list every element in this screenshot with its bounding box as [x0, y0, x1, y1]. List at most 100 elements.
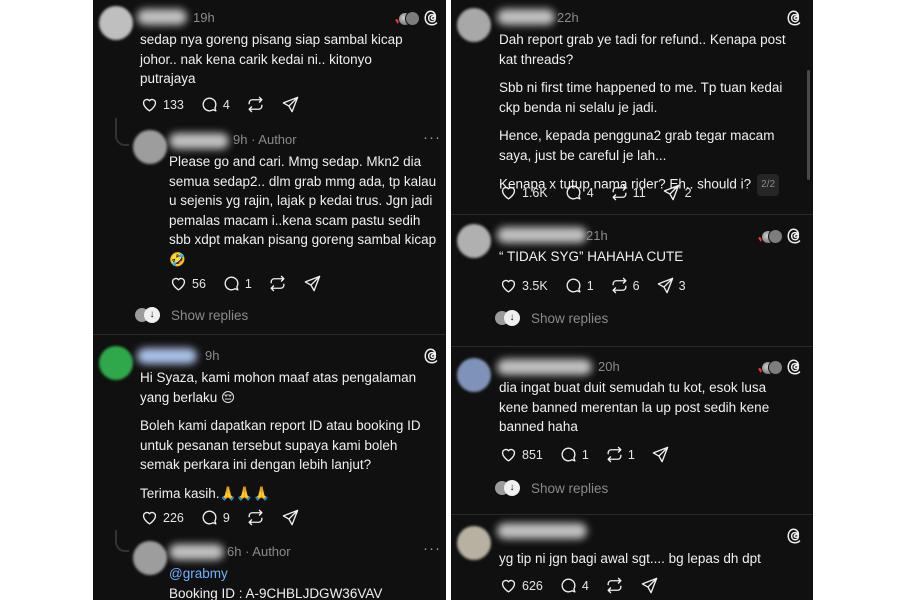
- repost-count: 1: [627, 447, 635, 462]
- threads-logo-icon[interactable]: [786, 9, 804, 27]
- repost-count: 11: [632, 185, 646, 200]
- liked-by-avatars: ♥: [395, 11, 420, 26]
- like-count: 133: [163, 97, 184, 112]
- reply-count: 1: [581, 447, 589, 462]
- threads-logo-icon[interactable]: [423, 9, 441, 27]
- post-text: yg tip ni jgn bagi awal sgt.... bg lepas…: [499, 551, 761, 566]
- reply-button[interactable]: 4: [200, 95, 230, 114]
- share-count: 2: [684, 185, 692, 200]
- reply-button[interactable]: 4: [559, 576, 589, 595]
- left-thread-panel: 19h ♥ sedap nya goreng pisang siap samba…: [93, 0, 446, 600]
- comment-post: 21h ♥ “ TIDAK SYG” HAHAHA CUTE 3.5K 1 6 …: [451, 218, 813, 346]
- mention-link[interactable]: @grabmy: [169, 564, 439, 584]
- share-button[interactable]: [651, 445, 670, 464]
- repost-button[interactable]: [605, 576, 624, 595]
- author-reply-post: 6h · Author ··· @grabmy Booking ID : A-9…: [93, 536, 446, 600]
- username-blurred[interactable]: [497, 359, 592, 375]
- speech-bubble-icon: [566, 185, 581, 200]
- repost-button[interactable]: 6: [610, 276, 640, 295]
- like-count: 1.6K: [522, 185, 548, 200]
- like-button[interactable]: 56: [169, 274, 206, 293]
- share-button[interactable]: [303, 274, 322, 293]
- username-blurred[interactable]: [497, 523, 587, 539]
- username-blurred[interactable]: [497, 9, 555, 25]
- divider: [93, 334, 446, 335]
- post-text: sedap nya goreng pisang siap sambal kica…: [140, 32, 403, 86]
- action-bar: 226 9: [140, 508, 316, 527]
- post-text: Hence, kepada pengguna2 grab tegar macam…: [499, 128, 775, 163]
- username-blurred[interactable]: [137, 9, 187, 25]
- arrow-down-icon: ↓: [504, 310, 520, 326]
- show-replies-button[interactable]: ↓ Show replies: [135, 307, 248, 323]
- threads-logo-icon[interactable]: [423, 347, 441, 365]
- threads-logo-icon[interactable]: [786, 527, 804, 545]
- post-body: Please go and cari. Mmg sedap. Mkn2 dia …: [169, 152, 439, 269]
- share-button[interactable]: [281, 508, 300, 527]
- like-button[interactable]: 851: [499, 445, 543, 464]
- avatar[interactable]: [99, 6, 133, 40]
- show-replies-button[interactable]: ↓ Show replies: [495, 480, 608, 496]
- share-button[interactable]: 3: [656, 276, 686, 295]
- post-text: Sbb ni first time happened to me. Tp tua…: [499, 80, 783, 115]
- comment-post: 19h ♥ sedap nya goreng pisang siap samba…: [93, 0, 446, 130]
- reply-avatars: ↓: [495, 480, 521, 496]
- threads-logo-icon[interactable]: [786, 358, 804, 376]
- more-options-button[interactable]: ···: [423, 129, 441, 146]
- repost-arrows-icon: [607, 446, 622, 463]
- username-blurred[interactable]: [169, 544, 224, 560]
- repost-button[interactable]: [246, 508, 265, 527]
- like-button[interactable]: 226: [140, 508, 184, 527]
- heart-icon: [501, 186, 516, 200]
- heart-icon: [501, 279, 516, 293]
- right-thread-panel: 22h Dah report grab ye tadi for refund..…: [451, 0, 813, 600]
- author-reply-post: 9h · Author ··· Please go and cari. Mmg …: [93, 125, 446, 330]
- speech-bubble-icon: [561, 578, 576, 593]
- post-time: 20h: [598, 359, 620, 374]
- divider: [451, 346, 813, 347]
- share-button[interactable]: 2: [662, 183, 692, 202]
- avatar[interactable]: [457, 526, 491, 560]
- share-button[interactable]: [640, 576, 659, 595]
- post-text: Please go and cari. Mmg sedap. Mkn2 dia …: [169, 154, 437, 267]
- action-bar: 851 1 1: [499, 445, 686, 464]
- like-button[interactable]: 1.6K: [499, 183, 548, 202]
- reply-button[interactable]: 1: [564, 276, 594, 295]
- avatar[interactable]: [99, 346, 133, 380]
- share-button[interactable]: [281, 95, 300, 114]
- reply-button[interactable]: 1: [559, 445, 589, 464]
- like-button[interactable]: 133: [140, 95, 184, 114]
- username-blurred[interactable]: [497, 227, 587, 243]
- repost-button[interactable]: 11: [610, 183, 646, 202]
- reply-button[interactable]: 4: [564, 183, 594, 202]
- avatar[interactable]: [133, 130, 167, 164]
- like-count: 3.5K: [522, 278, 548, 293]
- more-options-button[interactable]: ···: [423, 540, 441, 557]
- show-replies-label: Show replies: [531, 310, 609, 326]
- avatar[interactable]: [457, 358, 491, 392]
- repost-button[interactable]: [246, 95, 265, 114]
- action-bar: 626 4: [499, 576, 675, 595]
- action-bar: 133 4: [140, 95, 316, 114]
- reply-button[interactable]: 9: [200, 508, 230, 527]
- repost-button[interactable]: 1: [605, 445, 635, 464]
- username-blurred[interactable]: [169, 133, 229, 149]
- reply-button[interactable]: 1: [222, 274, 252, 293]
- username-blurred[interactable]: [137, 348, 197, 364]
- like-button[interactable]: 626: [499, 576, 543, 595]
- reply-count: 9: [222, 510, 230, 525]
- threads-logo-icon[interactable]: [786, 227, 804, 245]
- action-bar: 1.6K 4 11 2: [499, 183, 708, 202]
- avatar[interactable]: [457, 224, 491, 258]
- like-count: 226: [163, 510, 184, 525]
- avatar[interactable]: [133, 541, 167, 575]
- paper-plane-icon: [641, 577, 658, 594]
- arrow-down-icon: ↓: [144, 307, 160, 323]
- repost-button[interactable]: [268, 274, 287, 293]
- post-text: dia ingat buat duit semudah tu kot, esok…: [499, 380, 770, 434]
- heart-icon: [142, 511, 157, 525]
- show-replies-button[interactable]: ↓ Show replies: [495, 310, 608, 326]
- post-time: 6h · Author: [227, 544, 291, 559]
- avatar[interactable]: [457, 8, 491, 42]
- post-time: 21h: [586, 228, 608, 243]
- like-button[interactable]: 3.5K: [499, 276, 548, 295]
